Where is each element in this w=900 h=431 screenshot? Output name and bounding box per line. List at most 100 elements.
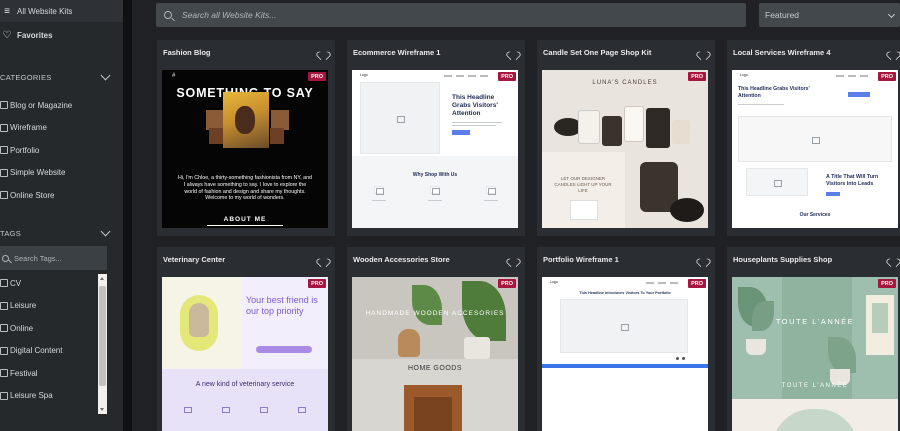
scroll-down-arrow-icon[interactable] (100, 408, 104, 411)
checkbox[interactable] (0, 191, 8, 200)
checkbox[interactable] (0, 101, 8, 110)
checkbox[interactable] (0, 301, 8, 310)
nav-favorites-label: Favorites (17, 30, 53, 40)
heart-icon[interactable] (889, 255, 897, 263)
tags-header[interactable]: TAGS (0, 226, 123, 238)
preview-headline: HANDMADE WOODEN ACCESORIES (365, 310, 505, 317)
scrollbar-thumb[interactable] (99, 286, 106, 386)
scroll-up-arrow-icon[interactable] (100, 277, 104, 280)
categories-header[interactable]: CATEGORIES (0, 70, 123, 82)
sidebar-divider (123, 0, 132, 431)
preview-photo (209, 128, 223, 144)
heart-icon[interactable] (889, 48, 897, 56)
sidebar: ≡ All Website Kits ♡ Favorites CATEGORIE… (0, 0, 123, 431)
kit-preview[interactable]: PRO Logo This Headline Introduces Visito… (542, 277, 708, 431)
kits-search-input[interactable]: Search all Website Kits... (156, 3, 746, 27)
kit-card-title: Wooden Accessories Store (353, 254, 450, 264)
tag-online[interactable]: Online (0, 317, 100, 340)
tag-label: Leisure Spa (10, 391, 53, 401)
preview-logo: Logo (550, 280, 558, 284)
tag-label: Leisure (10, 301, 37, 311)
checkbox[interactable] (0, 168, 8, 177)
sort-selected-value: Featured (765, 10, 800, 20)
tag-leisure-spa[interactable]: Leisure Spa (0, 385, 100, 408)
tag-digital-content[interactable]: Digital Content (0, 340, 100, 363)
nav-all-website-kits[interactable]: ≡ All Website Kits (0, 0, 123, 22)
kit-card-title: Candle Set One Page Shop Kit (543, 47, 652, 57)
kit-preview[interactable]: PRO TOUTE L'ANNÉE TOUTE L'ANNÉE (732, 277, 898, 431)
tag-leisure[interactable]: Leisure (0, 295, 100, 318)
preview-subheading: A new kind of veterinary service (195, 381, 295, 388)
kit-card-title: Fashion Blog (163, 47, 211, 57)
heart-icon[interactable] (509, 48, 517, 56)
tag-list-scrollbar[interactable] (98, 274, 107, 414)
kit-preview[interactable]: PRO Your best friend is our top priority… (162, 277, 328, 431)
pro-badge: PRO (878, 279, 896, 288)
checkbox[interactable] (0, 279, 8, 288)
category-wireframe[interactable]: Wireframe (0, 117, 120, 140)
kit-card-houseplants-supplies-shop[interactable]: Houseplants Supplies Shop PRO TOUTE L'AN… (727, 247, 900, 431)
kit-card-title: Ecommerce Wireframe 1 (353, 47, 441, 57)
preview-headline: This Headline Grabs Visitors' Attention (738, 86, 810, 99)
category-blog-or-magazine[interactable]: Blog or Magazine (0, 94, 120, 117)
checkbox[interactable] (0, 346, 8, 355)
kit-card-portfolio-wireframe-1[interactable]: Portfolio Wireframe 1 PRO Logo This Head… (537, 247, 715, 431)
image-placeholder-icon (560, 299, 688, 353)
checkbox[interactable] (0, 146, 8, 155)
sort-select[interactable]: Featured (759, 3, 900, 27)
kit-card-veterinary-center[interactable]: Veterinary Center PRO Your best friend i… (157, 247, 335, 431)
preview-subheading: A Title That Will Turn Visitors Into Lea… (826, 174, 879, 187)
kit-preview[interactable]: PRO LUNA'S CANDLES LET OUR DESIGNER CAND… (542, 70, 708, 228)
preview-photo (206, 110, 224, 130)
checkbox[interactable] (0, 391, 8, 400)
tags-search-input[interactable]: Search Tags... (0, 246, 107, 270)
preview-section-title: Our Services (799, 212, 831, 218)
heart-icon[interactable] (319, 255, 327, 263)
category-list: Blog or Magazine Wireframe Portfolio Sim… (0, 94, 120, 207)
nav-favorites[interactable]: ♡ Favorites (0, 24, 123, 46)
category-online-store[interactable]: Online Store (0, 184, 120, 207)
menu-icon: ≡ (4, 5, 10, 17)
kit-card-wooden-accessories-store[interactable]: Wooden Accessories Store PRO HANDMADE WO… (347, 247, 525, 431)
category-label: Simple Website (10, 168, 66, 178)
checkbox[interactable] (0, 369, 8, 378)
heart-icon: ♡ (2, 29, 12, 41)
preview-headline: Your best friend is our top priority (246, 295, 318, 316)
search-icon (164, 11, 172, 19)
search-icon (2, 254, 9, 262)
category-label: Wireframe (10, 123, 47, 133)
category-simple-website[interactable]: Simple Website (0, 162, 120, 185)
kit-preview[interactable]: PRO HANDMADE WOODEN ACCESORIES HOME GOOD… (352, 277, 518, 431)
category-portfolio[interactable]: Portfolio (0, 139, 120, 162)
heart-icon[interactable] (509, 255, 517, 263)
category-label: Portfolio (10, 145, 40, 155)
kit-preview[interactable]: PRO Logo This Headline Grabs Visitors' A… (352, 70, 518, 228)
tag-festival[interactable]: Festival (0, 362, 100, 385)
pro-badge: PRO (308, 279, 326, 288)
chevron-down-icon (100, 226, 111, 237)
checkbox[interactable] (0, 123, 8, 132)
kit-card-candle-set[interactable]: Candle Set One Page Shop Kit PRO LUNA'S … (537, 40, 715, 236)
tag-list: CV Leisure Online Digital Content Festiv… (0, 274, 100, 414)
preview-bio: Hi, I'm Chloe, a thirty-something fashio… (178, 175, 312, 202)
kit-card-local-services-wireframe-4[interactable]: Local Services Wireframe 4 PRO Logo This… (727, 40, 900, 236)
heart-icon[interactable] (699, 255, 707, 263)
preview-photo (223, 92, 269, 148)
image-placeholder-icon (746, 168, 808, 196)
preview-section-title: Why Shop With Us (412, 172, 458, 178)
heart-icon[interactable] (319, 48, 327, 56)
kit-preview[interactable]: PRO Logo This Headline Grabs Visitors' A… (732, 70, 898, 228)
preview-underline (207, 225, 283, 226)
kit-card-title: Houseplants Supplies Shop (733, 254, 833, 264)
kit-card-fashion-blog[interactable]: Fashion Blog PRO # SOMETHING TO SAY Hi, … (157, 40, 335, 236)
checkbox[interactable] (0, 324, 8, 333)
kit-card-title: Portfolio Wireframe 1 (543, 254, 619, 264)
preview-cta: ABOUT ME (223, 216, 267, 223)
kit-card-ecommerce-wireframe-1[interactable]: Ecommerce Wireframe 1 PRO Logo This Head… (347, 40, 525, 236)
kit-preview[interactable]: PRO # SOMETHING TO SAY Hi, I'm Chloe, a … (162, 70, 328, 228)
tag-cv[interactable]: CV (0, 274, 100, 295)
tags-title: TAGS (0, 229, 22, 238)
heart-icon[interactable] (699, 48, 707, 56)
tag-label: Festival (10, 368, 38, 378)
kit-card-title: Local Services Wireframe 4 (733, 47, 831, 57)
